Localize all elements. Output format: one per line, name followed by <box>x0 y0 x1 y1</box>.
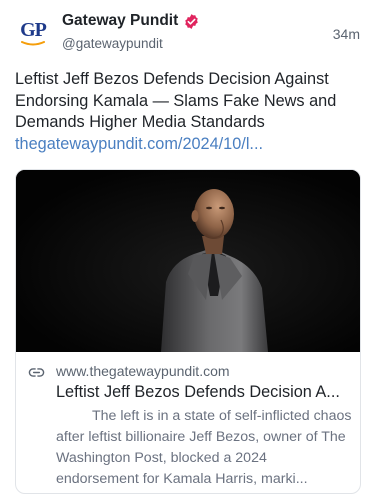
avatar-swoosh-icon <box>21 41 45 46</box>
link-preview-domain: www.thegatewaypundit.com <box>56 363 230 379</box>
link-preview-body[interactable]: www.thegatewaypundit.com Leftist Jeff Be… <box>16 352 360 493</box>
post-text: Leftist Jeff Bezos Defends Decision Agai… <box>15 70 337 131</box>
post-link[interactable]: thegatewaypundit.com/2024/10/l... <box>15 134 363 156</box>
link-preview-description-text: The left is in a state of self-inflicted… <box>56 408 352 487</box>
link-preview-image[interactable] <box>16 170 360 352</box>
avatar-logo-text: GP <box>20 18 47 41</box>
post-timestamp[interactable]: 34m <box>333 26 360 42</box>
avatar[interactable]: GP <box>14 14 52 52</box>
link-icon <box>28 368 45 377</box>
author-name-row: Gateway Pundit <box>62 12 200 30</box>
link-preview-description: The left is in a state of self-inflicted… <box>56 406 352 490</box>
man-in-blazer-photo <box>16 170 360 352</box>
link-preview-card[interactable]: www.thegatewaypundit.com Leftist Jeff Be… <box>15 169 361 494</box>
post-header: GP Gateway Pundit @gatewaypundit 34m <box>0 0 376 62</box>
link-preview-title: Leftist Jeff Bezos Defends Decision A... <box>56 383 340 401</box>
author-handle[interactable]: @gatewaypundit <box>62 36 163 51</box>
verified-badge-icon <box>185 13 199 29</box>
author-display-name[interactable]: Gateway Pundit <box>62 12 178 30</box>
